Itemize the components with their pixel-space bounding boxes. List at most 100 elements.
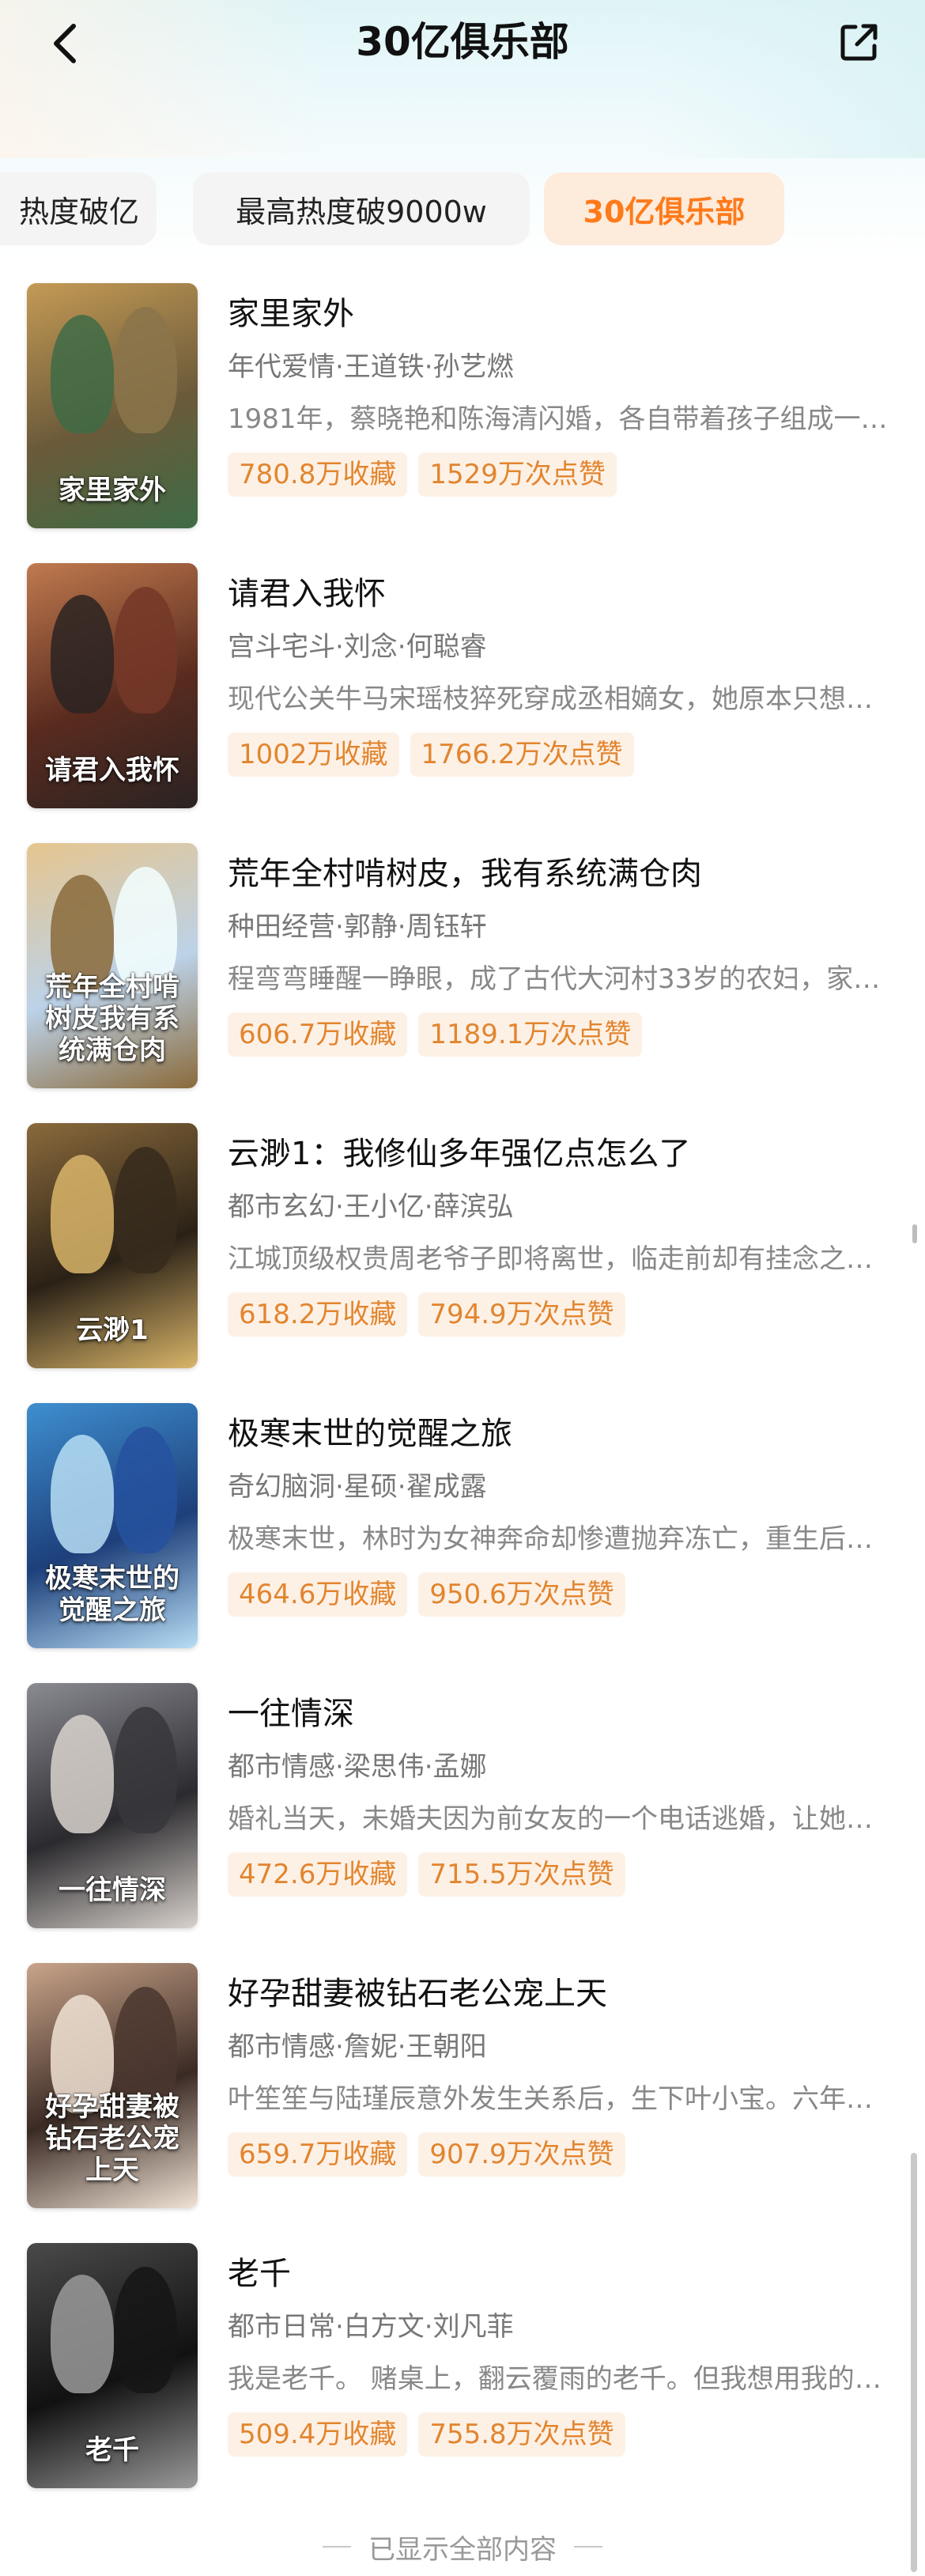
drama-info: 极寒末世的觉醒之旅奇幻脑洞·星硕·翟成露极寒末世，林时为女神奔命却惨遭抛弃冻亡，… <box>228 1414 892 1617</box>
favorites-badge: 659.7万收藏 <box>228 2132 408 2177</box>
favorites-badge: 780.8万收藏 <box>228 452 408 497</box>
drama-cover[interactable]: 极寒末世的觉醒之旅 <box>27 1403 198 1648</box>
drama-description: 程弯弯睡醒一睁眼，成了古代大河村33岁的农妇，家徒四壁 <box>228 963 892 995</box>
list-item[interactable]: 家里家外 家里家外 年代爱情·王道铁·孙艺燃 1981年，蔡晓艳和陈海清闪婚，各自带着… <box>0 283 925 528</box>
drama-description: 婚礼当天，未婚夫因为前女友的一个电话逃婚，让她沦为笑柄 <box>228 1803 892 1835</box>
category-tabs: 热度破亿 最高热度破9000w 30亿俱乐部 <box>0 172 925 245</box>
tab-peak-over-90m[interactable]: 最高热度破9000w <box>193 172 530 245</box>
cover-title-art: 极寒末世的觉醒之旅 <box>45 1563 179 1626</box>
cover-figure <box>51 315 114 433</box>
drama-title[interactable]: 老千 <box>228 2254 892 2294</box>
drama-title[interactable]: 家里家外 <box>228 294 892 334</box>
cover-title-art: 云渺1 <box>76 1314 149 1346</box>
cover-figure <box>51 1715 114 1833</box>
drama-cover[interactable]: 好孕甜妻被钻石老公宠上天 <box>27 1963 198 2208</box>
drama-cover[interactable]: 老千 <box>27 2243 198 2488</box>
divider <box>323 2546 351 2548</box>
cover-title-art: 家里家外 <box>59 475 166 506</box>
drama-info: 荒年全村啃树皮，我有系统满仓肉种田经营·郭静·周钰轩程弯弯睡醒一睁眼，成了古代大… <box>228 854 892 1057</box>
favorites-badge: 509.4万收藏 <box>228 2412 408 2457</box>
drama-info: 一往情深 都市情感·梁思伟·孟娜 婚礼当天，未婚夫因为前女友的一个电话逃婚，让她沦为… <box>228 1694 892 1897</box>
drama-description: 现代公关牛马宋瑶枝猝死穿成丞相嫡女，她原本只想安稳度日 <box>228 683 892 715</box>
drama-info: 家里家外年代爱情·王道铁·孙艺燃 1981年，蔡晓艳和陈海清闪婚，各自带着孩子组成… <box>228 294 892 497</box>
cover-figure <box>114 307 177 433</box>
drama-tags: 都市玄幻·王小亿·薛滨弘 <box>228 1191 514 1223</box>
likes-badge: 1189.1万次点赞 <box>418 1012 643 1057</box>
drama-cover[interactable]: 一往情深 <box>27 1683 198 1928</box>
cover-figure <box>114 1707 177 1833</box>
list-end-footer: 已显示全部内容 <box>0 2523 925 2570</box>
drama-cover[interactable]: 请君入我怀 <box>27 563 198 808</box>
drama-title[interactable]: 好孕甜妻被钻石老公宠上天 <box>228 1974 892 2014</box>
cover-title-art: 一往情深 <box>59 1874 166 1906</box>
drama-info: 好孕甜妻被钻石老公宠上天 都市情感·詹妮·王朝阳 叶笙笙与陆瑾辰意外发生关系后，生下… <box>228 1974 892 2177</box>
tab-3b-club[interactable]: 30亿俱乐部 <box>544 172 784 245</box>
stats-badges: 509.4万收藏 755.8万次点赞 <box>228 2412 892 2457</box>
drama-title[interactable]: 一往情深 <box>228 1694 892 1734</box>
tab-hot-over-100m[interactable]: 热度破亿 <box>0 172 157 245</box>
drama-description: 极寒末世，林时为女神奔命却惨遭抛弃冻亡，重生后觉醒系统 <box>228 1523 892 1555</box>
list-item[interactable]: 极寒末世的觉醒之旅 极寒末世的觉醒之旅 奇幻脑洞·星硕·翟成露 极寒末世，林时为女神奔… <box>0 1403 925 1648</box>
drama-tags: 都市日常·白方文·刘凡菲 <box>228 2311 514 2343</box>
stats-badges: 606.7万收藏 1189.1万次点赞 <box>228 1012 892 1057</box>
drama-cover[interactable]: 荒年全村啃树皮我有系统满仓肉 <box>27 843 198 1088</box>
favorites-badge: 618.2万收藏 <box>228 1292 408 1337</box>
cover-figure <box>114 1147 177 1273</box>
stats-badges: 464.6万收藏 950.6万次点赞 <box>228 1572 892 1617</box>
drama-cover[interactable]: 云渺1 <box>27 1123 198 1368</box>
footer-text: 已显示全部内容 <box>368 2533 557 2566</box>
stats-badges: 472.6万收藏 715.5万次点赞 <box>228 1852 892 1897</box>
drama-title[interactable]: 云渺1：我修仙多年强亿点怎么了 <box>228 1134 892 1174</box>
header-bar: 30亿俱乐部 <box>0 0 925 87</box>
drama-tags: 年代爱情·王道铁·孙艺燃 <box>228 351 514 383</box>
cover-title-art: 荒年全村啃树皮我有系统满仓肉 <box>45 971 179 1066</box>
favorites-badge: 1002万收藏 <box>228 732 399 777</box>
list-item[interactable]: 一往情深 一往情深 都市情感·梁思伟·孟娜 婚礼当天，未婚夫因为前女友的一个电话逃婚，… <box>0 1683 925 1928</box>
list-item[interactable]: 荒年全村啃树皮我有系统满仓肉 荒年全村啃树皮，我有系统满仓肉 种田经营·郭静·周钰轩… <box>0 843 925 1088</box>
cover-figure <box>114 2267 177 2393</box>
drama-cover[interactable]: 家里家外 <box>27 283 198 528</box>
cover-title-art: 好孕甜妻被钻石老公宠上天 <box>45 2091 179 2186</box>
share-icon <box>840 24 878 61</box>
favorites-badge: 464.6万收藏 <box>228 1572 408 1617</box>
drama-tags: 种田经营·郭静·周钰轩 <box>228 911 487 943</box>
favorites-badge: 472.6万收藏 <box>228 1852 408 1897</box>
drama-title[interactable]: 极寒末世的觉醒之旅 <box>228 1414 892 1454</box>
drama-tags: 奇幻脑洞·星硕·翟成露 <box>228 1471 487 1503</box>
cover-figure <box>51 595 114 713</box>
page-title: 30亿俱乐部 <box>356 19 569 65</box>
share-button[interactable] <box>833 16 885 68</box>
likes-badge: 907.9万次点赞 <box>418 2132 625 2177</box>
likes-badge: 755.8万次点赞 <box>418 2412 625 2457</box>
drama-info: 请君入我怀宫斗宅斗·刘念·何聪睿现代公关牛马宋瑶枝猝死穿成丞相嫡女，她原本只想安… <box>228 574 892 777</box>
likes-badge: 794.9万次点赞 <box>418 1292 625 1337</box>
stats-badges: 1002万收藏 1766.2万次点赞 <box>228 732 892 777</box>
scrollbar[interactable] <box>911 2153 917 2572</box>
likes-badge: 715.5万次点赞 <box>418 1852 625 1897</box>
drama-title[interactable]: 荒年全村啃树皮，我有系统满仓肉 <box>228 854 892 894</box>
stats-badges: 618.2万收藏 794.9万次点赞 <box>228 1292 892 1337</box>
list-item[interactable]: 老千 老千 都市日常·白方文·刘凡菲 我是老千。 赌桌上，翻云覆雨的老千。但我想用我的… <box>0 2243 925 2488</box>
list-item[interactable]: 云渺1 云渺1：我修仙多年强亿点怎么了都市玄幻·王小亿·薛滨弘江城顶级权贵周老爷子… <box>0 1123 925 1368</box>
drama-description: 我是老千。 赌桌上，翻云覆雨的老千。但我想用我的一生赎罪 <box>228 2363 892 2395</box>
cover-figure <box>114 587 177 713</box>
scroll-indicator <box>912 1224 917 1243</box>
drama-description: 1981年，蔡晓艳和陈海清闪婚，各自带着孩子组成一个新家庭 <box>228 403 892 435</box>
likes-badge: 1529万次点赞 <box>418 452 617 497</box>
drama-tags: 宫斗宅斗·刘念·何聪睿 <box>228 631 487 663</box>
list-item[interactable]: 请君入我怀 请君入我怀 宫斗宅斗·刘念·何聪睿 现代公关牛马宋瑶枝猝死穿成丞相嫡女，她… <box>0 563 925 808</box>
cover-figure <box>51 2275 114 2393</box>
likes-badge: 950.6万次点赞 <box>418 1572 625 1617</box>
drama-description: 江城顶级权贵周老爷子即将离世，临走前却有挂念之事未了 <box>228 1243 892 1275</box>
stats-badges: 659.7万收藏 907.9万次点赞 <box>228 2132 892 2177</box>
divider <box>574 2546 602 2548</box>
drama-title[interactable]: 请君入我怀 <box>228 574 892 614</box>
cover-figure <box>114 1427 177 1553</box>
list-item[interactable]: 好孕甜妻被钻石老公宠上天 好孕甜妻被钻石老公宠上天 都市情感·詹妮·王朝阳 叶笙笙与陆… <box>0 1963 925 2208</box>
cover-figure <box>51 1155 114 1273</box>
cover-title-art: 请君入我怀 <box>45 755 179 786</box>
cover-title-art: 老千 <box>85 2434 139 2466</box>
drama-info: 云渺1：我修仙多年强亿点怎么了都市玄幻·王小亿·薛滨弘江城顶级权贵周老爷子即将离… <box>228 1134 892 1337</box>
stats-badges: 780.8万收藏 1529万次点赞 <box>228 452 892 497</box>
drama-description: 叶笙笙与陆瑾辰意外发生关系后，生下叶小宝。六年后重逢 <box>228 2083 892 2115</box>
